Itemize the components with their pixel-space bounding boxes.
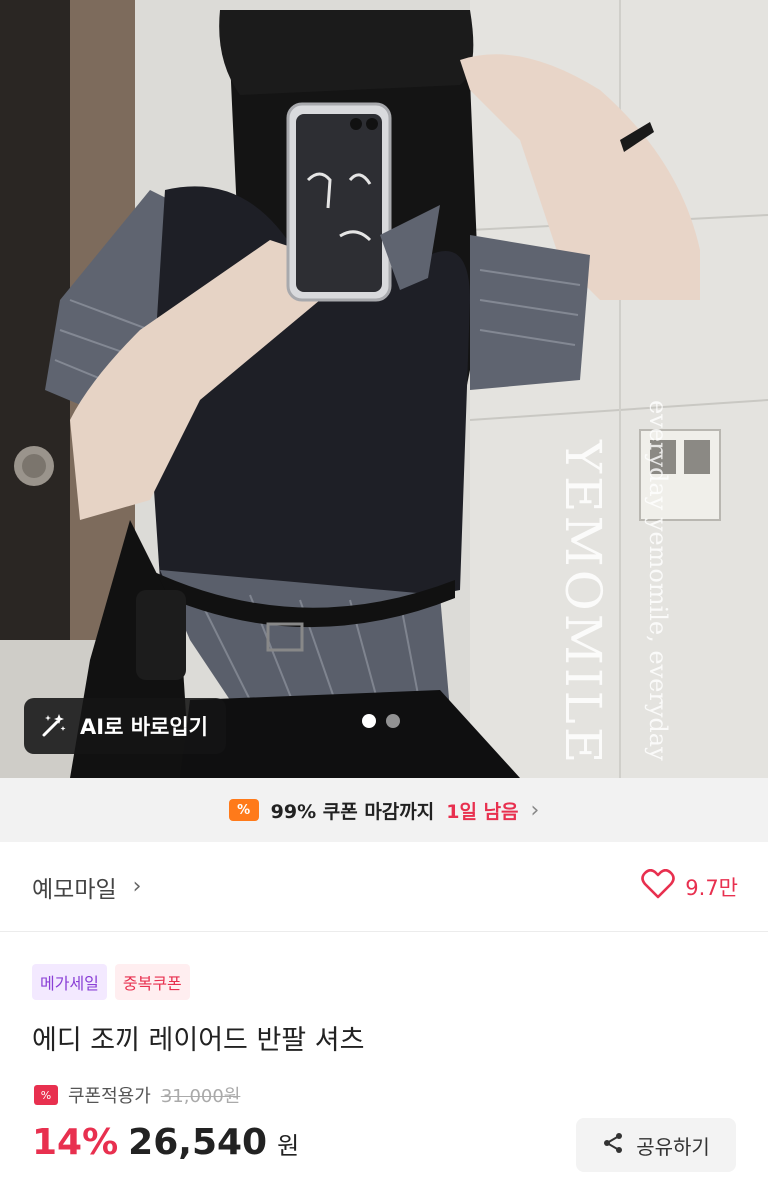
carousel-dot-1[interactable] bbox=[362, 714, 376, 728]
share-label: 공유하기 bbox=[636, 1134, 710, 1159]
coupon-applied-label: 쿠폰적용가 bbox=[68, 1086, 151, 1107]
badge-duplicate-coupon: 중복쿠폰 bbox=[114, 964, 190, 1000]
shop-link[interactable]: 예모마일 › bbox=[32, 870, 141, 904]
product-title: 에디 조끼 레이어드 반팔 셔츠 bbox=[32, 1025, 365, 1056]
chevron-right-icon: › bbox=[530, 797, 540, 823]
coupon-remaining-time: 1일 남음 bbox=[446, 800, 519, 823]
carousel-indicator bbox=[362, 714, 400, 728]
watermark-subtext: everyday yemomile, everyday bbox=[644, 400, 672, 761]
share-button[interactable]: 공유하기 bbox=[576, 1118, 736, 1172]
coupon-deadline-banner[interactable]: % 99% 쿠폰 마감까지 1일 남음 › bbox=[0, 778, 768, 842]
chevron-right-icon: › bbox=[132, 874, 142, 899]
coupon-banner-text: 99% 쿠폰 마감까지 bbox=[270, 800, 435, 823]
heart-icon bbox=[641, 868, 676, 904]
badge-mega-sale: 메가세일 bbox=[32, 964, 107, 1000]
like-button[interactable]: 9.7만 bbox=[641, 868, 738, 904]
price-row: 14% 26,540 원 bbox=[32, 1122, 299, 1163]
shop-name: 예모마일 bbox=[32, 876, 117, 903]
shop-row: 예모마일 › 9.7만 bbox=[0, 842, 768, 932]
discount-rate: 14% bbox=[32, 1122, 119, 1163]
share-icon bbox=[602, 1132, 624, 1159]
sale-price: 26,540 bbox=[128, 1122, 268, 1163]
product-badges: 메가세일 중복쿠폰 bbox=[32, 964, 190, 1000]
ai-try-on-button[interactable]: AI로 바로입기 bbox=[24, 698, 226, 754]
product-image-carousel[interactable]: YEMOMILE everyday yemomile, everyday AI로… bbox=[0, 0, 768, 778]
coupon-icon: % bbox=[228, 799, 259, 821]
coupon-price-label: % 쿠폰적용가 31,000원 bbox=[34, 1082, 240, 1108]
currency-unit: 원 bbox=[277, 1132, 300, 1160]
watermark-text: YEMOMILE bbox=[554, 440, 612, 767]
carousel-dot-2[interactable] bbox=[386, 714, 400, 728]
original-price: 31,000원 bbox=[160, 1086, 241, 1107]
magic-wand-icon bbox=[38, 711, 68, 741]
coupon-tag-icon: % bbox=[34, 1085, 58, 1105]
like-count: 9.7만 bbox=[685, 875, 738, 900]
ai-try-on-label: AI로 바로입기 bbox=[80, 715, 208, 739]
